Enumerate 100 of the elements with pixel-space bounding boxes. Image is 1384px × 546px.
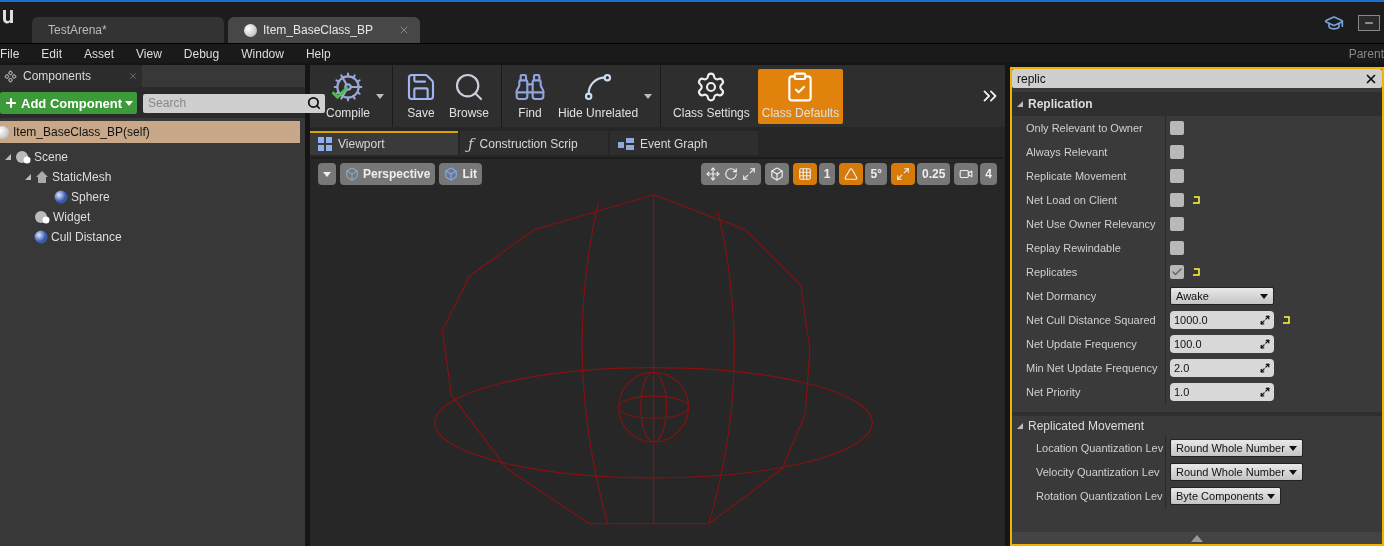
checkbox[interactable] <box>1170 265 1184 279</box>
blocks-icon <box>618 138 634 150</box>
section-header[interactable]: Replicated Movement <box>1012 412 1382 436</box>
number-field[interactable]: 1.0 <box>1170 383 1274 401</box>
document-tab[interactable]: TestArena* <box>32 17 224 43</box>
snap-toggle[interactable] <box>792 163 817 185</box>
property-label: Net Use Owner Relevancy <box>1012 212 1166 236</box>
property-label: Replay Rewindable <box>1012 236 1166 260</box>
close-icon[interactable] <box>128 71 138 81</box>
up-arrow-icon <box>1191 534 1203 542</box>
drag-arrows-icon <box>1260 315 1270 325</box>
drag-arrows-icon <box>1260 363 1270 373</box>
scale-icon <box>741 167 756 181</box>
menu-item[interactable]: Debug <box>183 46 220 61</box>
tree-item[interactable]: Sphere <box>71 190 110 204</box>
tree-item[interactable]: Cull Distance <box>51 230 122 244</box>
dropdown[interactable]: Byte Components <box>1170 487 1282 505</box>
toolbar-button[interactable]: Save <box>401 68 441 124</box>
window-grid-icon <box>318 137 332 151</box>
tree-item[interactable]: Widget <box>53 210 91 224</box>
expanded-arrow-icon[interactable] <box>1016 422 1024 430</box>
diagonal-arrow-icon <box>895 167 910 181</box>
sphere-icon <box>34 230 48 244</box>
sphere-pair-icon <box>34 210 50 224</box>
editor-tab[interactable]: ƒ Construction Scrip <box>460 131 608 155</box>
toolbar-button[interactable]: Hide Unrelated <box>554 68 643 124</box>
search-icon[interactable] <box>307 96 322 110</box>
surface-snap-button[interactable] <box>764 163 789 185</box>
minimize-button[interactable] <box>1358 14 1380 31</box>
section-title: Replicated Movement <box>1028 419 1145 433</box>
dropdown[interactable]: Round Whole Number <box>1170 439 1303 457</box>
dropdown[interactable]: Round Whole Number <box>1170 463 1303 481</box>
property-label: Replicate Movement <box>1012 164 1166 188</box>
toolbar-button[interactable]: Find <box>510 68 551 124</box>
components-tab[interactable]: Components <box>0 65 142 87</box>
property-label: Net Cull Distance Squared <box>1012 308 1166 332</box>
parent-label: Parent <box>1348 46 1384 61</box>
checkbox[interactable] <box>1170 193 1184 207</box>
snap-value-button[interactable]: 0.25 <box>916 163 951 185</box>
menu-item[interactable]: File <box>0 46 20 61</box>
caret-icon <box>1288 445 1297 451</box>
lit-button[interactable]: Lit <box>439 163 483 185</box>
sphere-icon <box>0 125 9 139</box>
close-icon[interactable] <box>398 24 410 36</box>
snap-value-button[interactable]: 1 <box>818 163 836 185</box>
check-icon <box>1171 266 1183 278</box>
checkbox[interactable] <box>1170 217 1184 231</box>
caret-icon <box>323 171 331 177</box>
caret-icon <box>125 100 134 106</box>
snap-value-button[interactable]: 5° <box>865 163 887 185</box>
menu-item[interactable]: View <box>136 46 162 61</box>
transform-tools[interactable] <box>700 163 761 185</box>
options-button[interactable] <box>318 163 336 185</box>
document-tab[interactable]: Item_BaseClass_BP <box>228 17 420 43</box>
plus-icon <box>4 96 18 110</box>
caret-icon[interactable] <box>644 93 653 99</box>
property-label: Always Relevant <box>1012 140 1166 164</box>
checkbox[interactable] <box>1170 121 1184 135</box>
checkbox[interactable] <box>1170 145 1184 159</box>
sphere-icon <box>54 190 68 204</box>
details-search-field[interactable]: replic <box>1012 69 1382 88</box>
rotate-icon <box>723 167 738 181</box>
caret-icon <box>1267 493 1276 499</box>
checkbox[interactable] <box>1170 241 1184 255</box>
caret-icon[interactable] <box>376 93 384 99</box>
gears-check-icon <box>332 70 364 103</box>
menu-item[interactable]: Help <box>305 46 331 61</box>
menu-item[interactable]: Asset <box>84 46 115 61</box>
property-label: Only Relevant to Owner <box>1012 116 1166 140</box>
house-icon <box>35 170 49 184</box>
checkbox[interactable] <box>1170 169 1184 183</box>
number-field[interactable]: 1000.0 <box>1170 311 1274 329</box>
dropdown[interactable]: Awake <box>1170 287 1274 305</box>
snap-toggle[interactable] <box>954 163 979 185</box>
editor-tab[interactable]: Viewport <box>310 131 458 155</box>
expanded-arrow-icon[interactable] <box>24 173 32 181</box>
menu-item[interactable]: Window <box>241 46 284 61</box>
expanded-arrow-icon[interactable] <box>1016 100 1024 108</box>
toolbar-button[interactable]: Browse <box>445 68 494 124</box>
self-item[interactable]: Item_BaseClass_BP(self) <box>0 121 300 143</box>
toolbar-button[interactable]: Class Settings <box>669 68 754 124</box>
add-component-button[interactable]: Add Component <box>0 92 138 114</box>
search-field[interactable]: Search <box>143 93 326 113</box>
camera-icon <box>959 167 974 181</box>
property-label: Replicates <box>1012 260 1166 284</box>
section-title: Replication <box>1028 97 1093 111</box>
snap-value-button[interactable]: 4 <box>980 163 997 185</box>
section-header[interactable]: Replication <box>1012 92 1382 116</box>
snap-toggle[interactable] <box>839 163 864 185</box>
perspective-button[interactable]: Perspective <box>340 163 436 185</box>
expanded-arrow-icon[interactable] <box>4 153 12 161</box>
menu-item[interactable]: Edit <box>41 46 63 61</box>
tree-item[interactable]: StaticMesh <box>52 170 112 184</box>
tree-item[interactable]: Scene <box>34 150 69 164</box>
number-field[interactable]: 2.0 <box>1170 359 1274 377</box>
number-field[interactable]: 100.0 <box>1170 335 1274 353</box>
snap-toggle[interactable] <box>890 163 915 185</box>
caret-icon <box>1288 469 1297 475</box>
property-label: Net Dormancy <box>1012 284 1166 308</box>
editor-tab[interactable]: Event Graph <box>610 131 758 155</box>
